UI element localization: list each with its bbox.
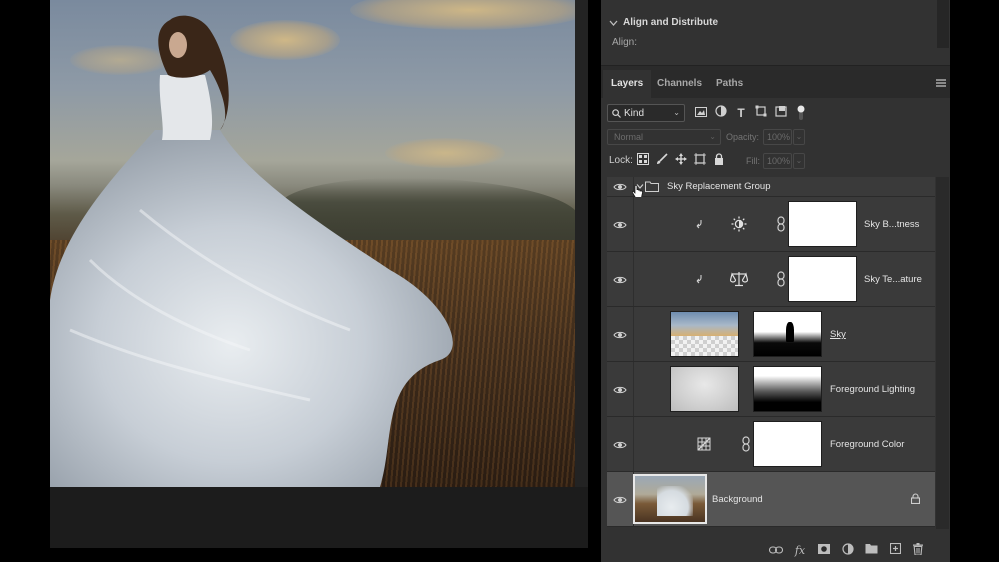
canvas-pasteboard <box>50 487 588 548</box>
layer-name[interactable]: Sky Te...ature <box>864 274 922 285</box>
layer-mask-thumbnail[interactable] <box>788 256 857 302</box>
kind-filter-value: Kind <box>624 108 645 119</box>
tab-channels[interactable]: Channels <box>649 70 710 98</box>
layer-row-foreground-color[interactable]: Foreground Color <box>607 417 935 472</box>
delete-layer-icon[interactable] <box>910 543 926 559</box>
layer-name[interactable]: Sky B...tness <box>864 219 919 230</box>
layer-row-sky-brightness[interactable]: Sky B...tness <box>607 197 935 252</box>
document-canvas-area[interactable] <box>50 0 588 548</box>
layer-name[interactable]: Sky <box>830 329 846 340</box>
layers-footer-toolbar: fx <box>601 540 950 562</box>
new-layer-icon[interactable] <box>887 542 903 559</box>
chevron-down-icon[interactable]: ⌄ <box>793 129 805 145</box>
layer-name[interactable]: Background <box>712 494 763 505</box>
opacity-input[interactable]: 100% <box>763 129 792 145</box>
layer-thumbnail[interactable] <box>633 474 707 524</box>
visibility-eye-icon[interactable] <box>613 275 627 285</box>
lock-position-icon[interactable] <box>673 153 689 169</box>
new-adjustment-icon[interactable] <box>840 543 856 559</box>
layer-thumbnail[interactable] <box>670 311 739 357</box>
layer-name[interactable]: Foreground Color <box>830 439 904 450</box>
align-panel-scrollbar[interactable] <box>937 0 949 48</box>
layer-mask-thumbnail[interactable] <box>753 311 822 357</box>
layer-row-sky[interactable]: Sky <box>607 307 935 362</box>
lock-artboard-icon[interactable] <box>692 153 708 169</box>
lock-image-icon[interactable] <box>654 153 670 169</box>
align-distribute-panel: Align and Distribute Align: <box>601 0 950 66</box>
chevron-down-icon[interactable] <box>609 19 618 27</box>
panel-gap <box>588 0 601 562</box>
smart-object-filter-icon[interactable] <box>773 105 789 121</box>
visibility-eye-icon[interactable] <box>613 385 627 395</box>
fill-input[interactable]: 100% <box>763 153 792 169</box>
opacity-label: Opacity: <box>726 132 760 142</box>
folder-icon <box>645 181 659 192</box>
lock-transparent-icon[interactable] <box>635 153 651 169</box>
visibility-eye-icon[interactable] <box>613 182 627 192</box>
fill-label: Fill: <box>746 156 760 166</box>
visibility-eye-icon[interactable] <box>613 330 627 340</box>
search-icon <box>612 109 621 118</box>
blend-mode-value: Normal <box>614 132 644 142</box>
color-lookup-icon[interactable] <box>697 437 711 451</box>
align-label: Align: <box>612 37 638 48</box>
visibility-eye-icon[interactable] <box>613 495 627 505</box>
visibility-eye-icon[interactable] <box>613 220 627 230</box>
lock-all-icon[interactable] <box>711 153 727 169</box>
layer-lock-icon[interactable] <box>911 493 920 504</box>
add-mask-icon[interactable] <box>816 543 832 559</box>
blend-mode-select[interactable]: Normal ⌄ <box>607 129 721 145</box>
lock-label: Lock: <box>609 155 633 166</box>
bottom-screen-edge <box>50 548 588 562</box>
tab-paths[interactable]: Paths <box>708 70 751 98</box>
layer-name[interactable]: Foreground Lighting <box>830 384 915 395</box>
type-filter-icon[interactable]: T <box>733 105 749 121</box>
right-panel-dock: Align and Distribute Align: Layers Chann… <box>601 0 950 562</box>
link-layers-icon[interactable] <box>768 543 784 559</box>
layer-thumbnail[interactable] <box>670 366 739 412</box>
chevron-down-icon: ⌄ <box>709 132 716 141</box>
layer-row-background[interactable]: Background <box>607 472 935 527</box>
chevron-down-icon: ⌄ <box>673 108 680 117</box>
left-screen-edge <box>0 0 50 562</box>
chain-link-icon[interactable] <box>742 436 750 452</box>
chevron-down-icon[interactable]: ⌄ <box>793 153 805 169</box>
shape-filter-icon[interactable] <box>753 105 769 121</box>
chain-link-icon[interactable] <box>777 216 785 232</box>
layer-mask-thumbnail[interactable] <box>753 421 822 467</box>
layer-mask-thumbnail[interactable] <box>788 201 857 247</box>
image-filter-icon[interactable] <box>693 105 709 121</box>
kind-filter-select[interactable]: Kind ⌄ <box>607 104 685 122</box>
document-image[interactable] <box>50 0 575 487</box>
brightness-icon[interactable] <box>731 216 747 232</box>
right-screen-edge <box>950 0 999 562</box>
lock-fill-row: Lock: Fill: 100% ⌄ <box>607 152 937 170</box>
fx-icon[interactable]: fx <box>792 543 808 559</box>
chain-link-icon[interactable] <box>777 271 785 287</box>
panel-menu-icon[interactable] <box>936 79 946 87</box>
clipping-arrow-icon <box>696 220 702 229</box>
layer-row-sky-temperature[interactable]: Sky Te...ature <box>607 252 935 307</box>
layers-panel: Layers Channels Paths Kind ⌄ T Normal ⌄ … <box>601 70 950 562</box>
layer-row-foreground-lighting[interactable]: Foreground Lighting <box>607 362 935 417</box>
new-group-icon[interactable] <box>863 543 879 559</box>
canvas-vertical-scrollbar[interactable] <box>575 0 588 548</box>
layers-scrollbar[interactable] <box>936 177 949 529</box>
bride-figure <box>50 15 453 487</box>
color-balance-icon[interactable] <box>730 271 748 287</box>
layers-list: Sky Replacement Group Sky B...tness Sky … <box>601 177 936 529</box>
layer-name[interactable]: Sky Replacement Group <box>667 181 771 192</box>
layer-row-sky-replacement-group[interactable]: Sky Replacement Group <box>607 177 935 198</box>
clipping-arrow-icon <box>696 275 702 284</box>
layer-mask-thumbnail[interactable] <box>753 366 822 412</box>
tab-layers[interactable]: Layers <box>603 70 652 98</box>
align-distribute-title[interactable]: Align and Distribute <box>623 17 718 28</box>
adjustment-filter-icon[interactable] <box>713 105 729 121</box>
panel-tab-row: Layers Channels Paths <box>601 70 950 98</box>
filter-toggle-icon[interactable] <box>793 105 809 121</box>
visibility-eye-icon[interactable] <box>613 440 627 450</box>
